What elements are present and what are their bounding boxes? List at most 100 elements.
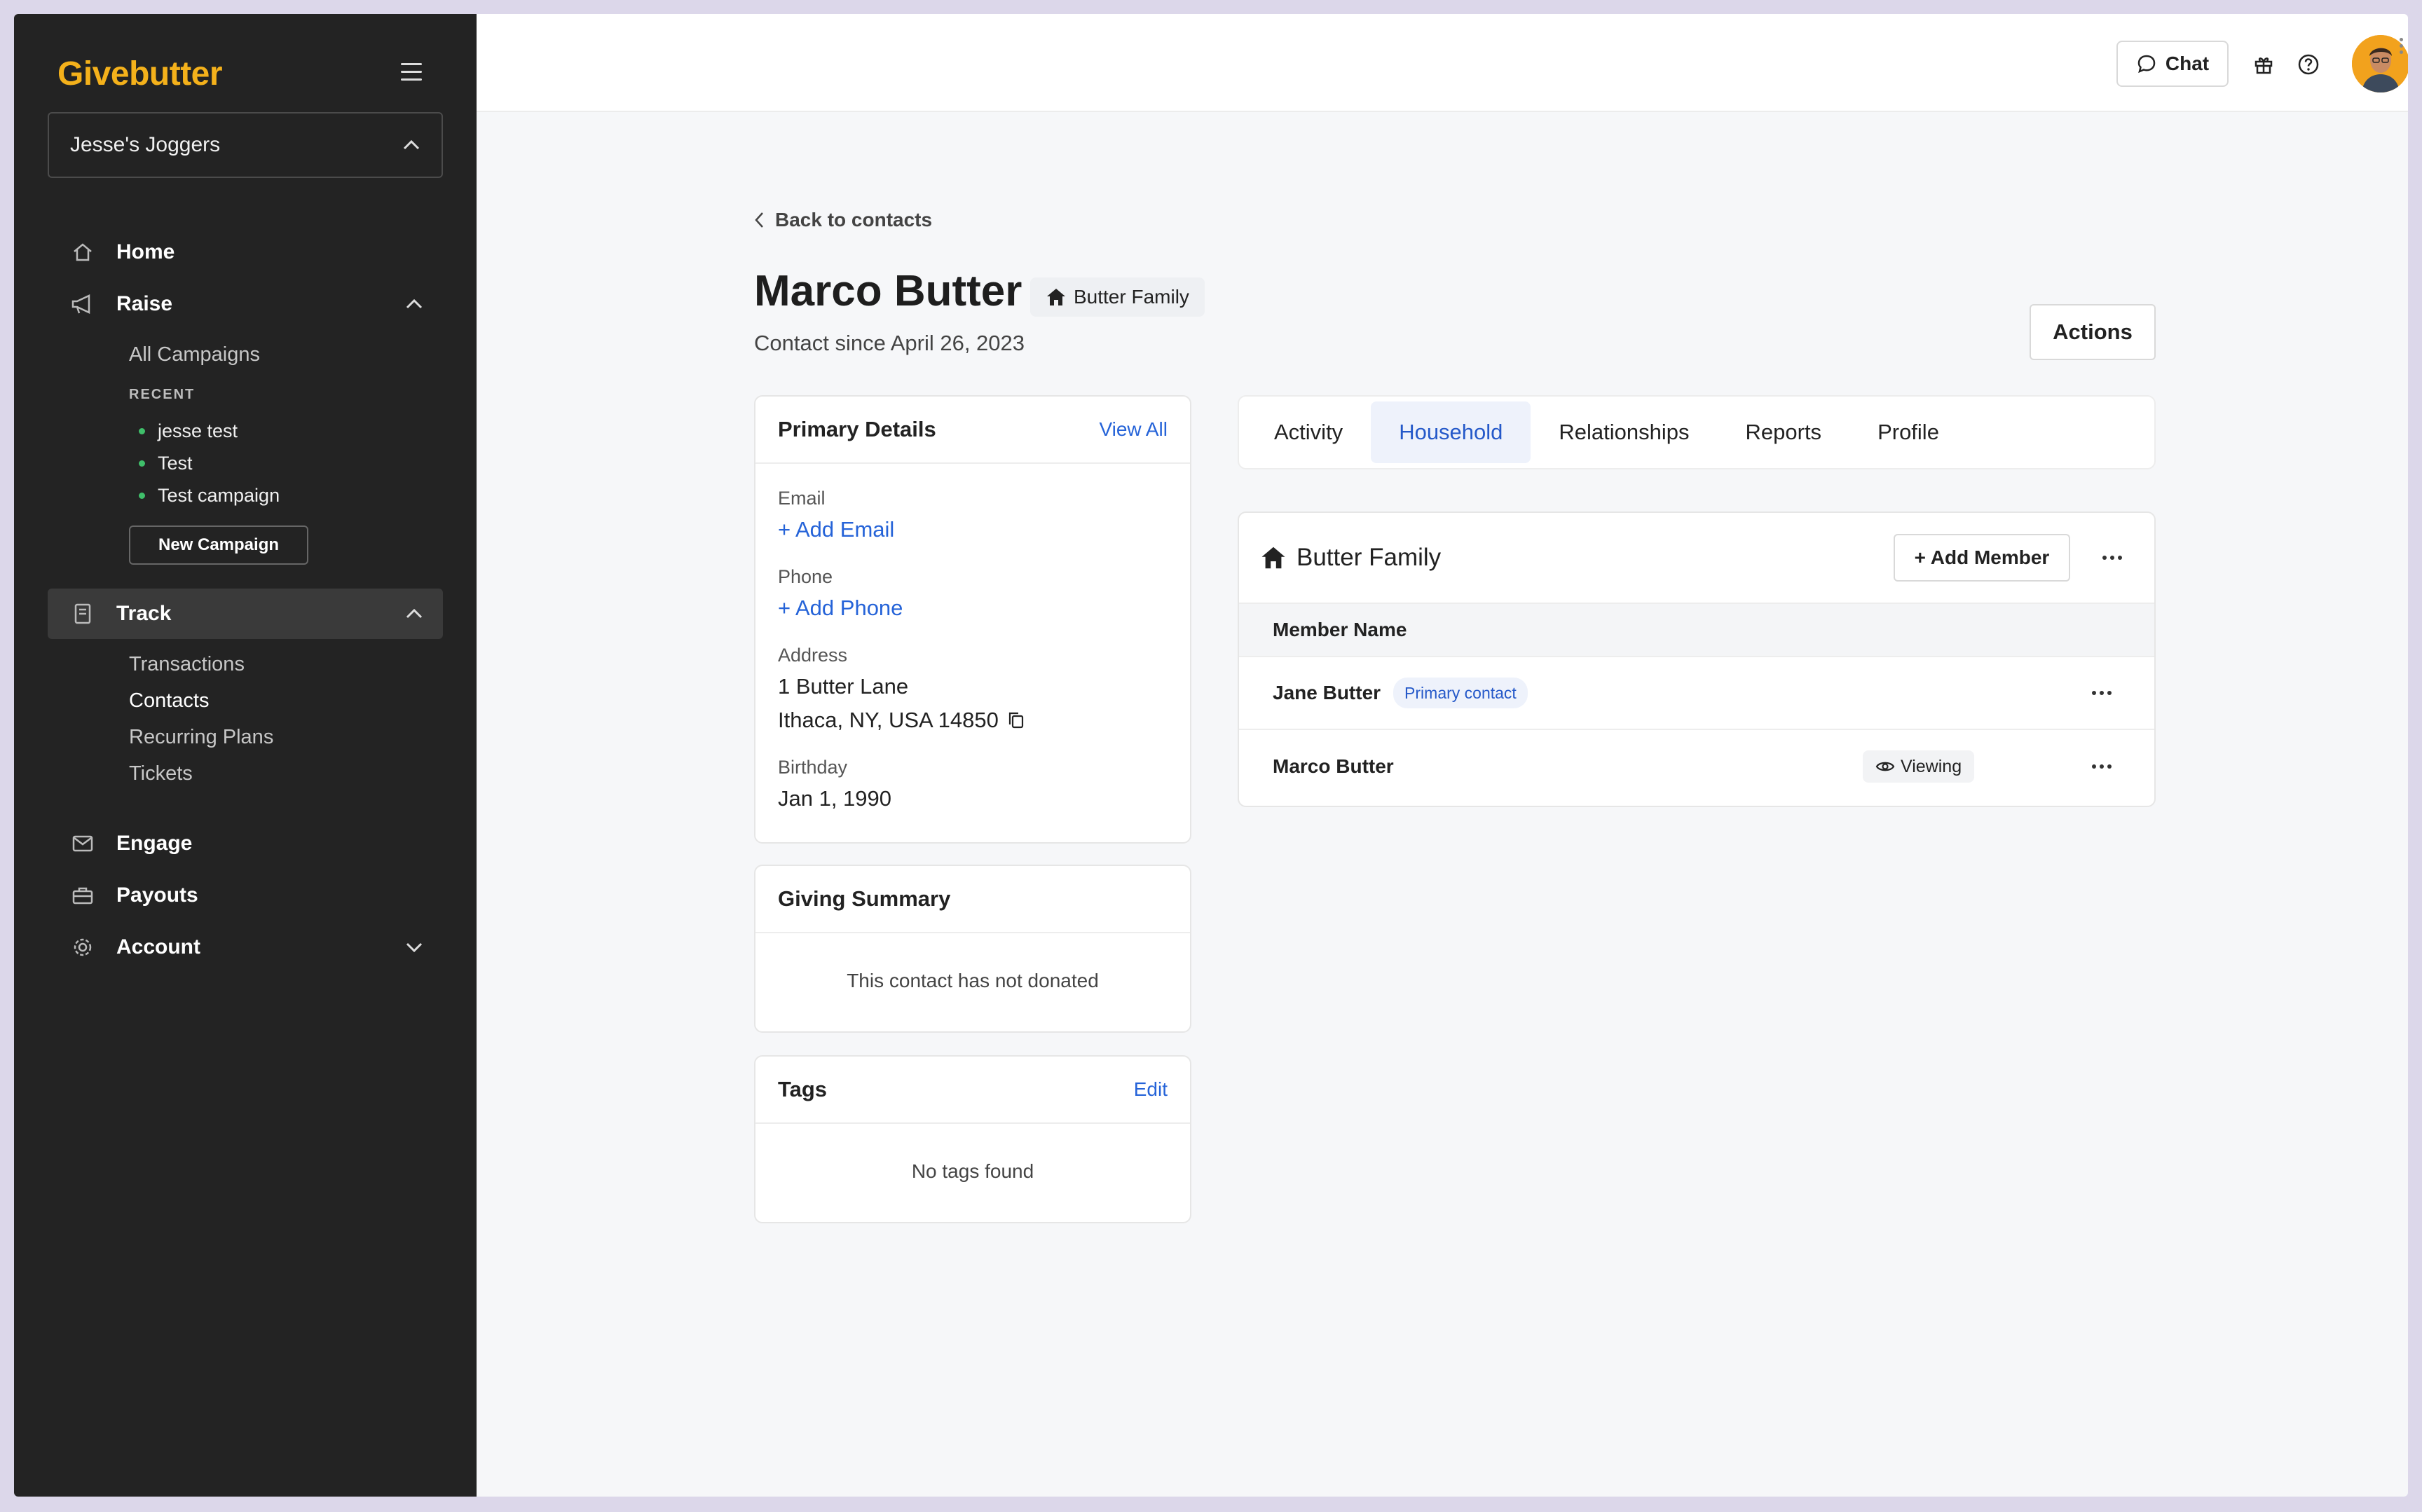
table-row[interactable]: Jane Butter Primary contact [1239, 657, 2154, 730]
empty-message: No tags found [911, 1160, 1034, 1182]
help-icon[interactable] [2294, 50, 2322, 78]
tab-relationships[interactable]: Relationships [1531, 401, 1717, 463]
household-chip-label: Butter Family [1074, 286, 1189, 308]
row-more-options-icon[interactable] [2084, 749, 2119, 784]
chevron-down-icon [406, 942, 423, 953]
megaphone-icon [69, 290, 97, 318]
sidebar-item-raise[interactable]: Raise [48, 279, 443, 329]
tab-household[interactable]: Household [1371, 401, 1531, 463]
chevron-left-icon [755, 212, 763, 228]
home-icon [69, 238, 97, 266]
card-title: Giving Summary [778, 886, 951, 911]
sidebar-item-label: Raise [116, 292, 173, 315]
app-window: Givebutter Jesse's Joggers Home Raise Al… [14, 14, 2408, 1497]
tab-reports[interactable]: Reports [1718, 401, 1850, 463]
address-line-2-row: Ithaca, NY, USA 14850 [778, 708, 1025, 733]
back-label: Back to contacts [775, 209, 933, 231]
recent-campaign-label: jesse test [158, 420, 238, 441]
add-phone-link[interactable]: + Add Phone [778, 596, 903, 621]
sidebar-item-account[interactable]: Account [48, 922, 443, 973]
card-title: Primary Details [778, 417, 936, 441]
sidebar-item-track[interactable]: Track [48, 589, 443, 639]
household-chip[interactable]: Butter Family [1030, 277, 1205, 317]
gear-icon [69, 933, 97, 961]
sidebar-item-contacts[interactable]: Contacts [129, 689, 209, 713]
row-more-options-icon[interactable] [2084, 675, 2119, 710]
window-drag-handle[interactable] [2398, 35, 2404, 63]
new-campaign-button[interactable]: New Campaign [129, 525, 308, 565]
house-icon [1047, 289, 1065, 305]
address-label: Address [778, 645, 848, 666]
eye-icon [1875, 762, 1895, 771]
chat-icon [2137, 55, 2156, 74]
mail-icon [69, 830, 97, 858]
sidebar-item-payouts[interactable]: Payouts [48, 870, 443, 921]
sidebar-item-tickets[interactable]: Tickets [129, 762, 193, 785]
address-line-2: Ithaca, NY, USA 14850 [778, 708, 999, 732]
chevron-up-icon [406, 298, 423, 309]
org-name: Jesse's Joggers [70, 133, 221, 156]
household-title: Butter Family [1296, 544, 1442, 571]
primary-contact-badge: Primary contact [1393, 678, 1528, 708]
empty-message: This contact has not donated [847, 970, 1099, 991]
menu-icon[interactable] [401, 63, 422, 81]
giving-summary-card: Giving Summary This contact has not dona… [754, 865, 1191, 1033]
tab-profile[interactable]: Profile [1849, 401, 1967, 463]
birthday-label: Birthday [778, 757, 848, 778]
sidebar-item-label: Track [116, 602, 172, 625]
chevron-up-icon [406, 608, 423, 619]
sidebar: Givebutter Jesse's Joggers Home Raise Al… [14, 14, 477, 1497]
top-bar: Chat [477, 14, 2408, 112]
household-card: Butter Family + Add Member Member Name J… [1238, 511, 2156, 807]
contact-tabs: Activity Household Relationships Reports… [1238, 395, 2156, 469]
edit-tags-link[interactable]: Edit [1134, 1078, 1168, 1101]
viewing-badge: Viewing [1863, 750, 1975, 783]
sidebar-item-all-campaigns[interactable]: All Campaigns [129, 343, 260, 366]
member-name: Marco Butter [1273, 755, 1394, 777]
back-to-contacts-link[interactable]: Back to contacts [754, 209, 932, 231]
sidebar-item-label: Engage [116, 832, 193, 855]
table-row[interactable]: Marco Butter Viewing [1239, 730, 2154, 803]
recent-campaign-label: Test campaign [158, 485, 280, 506]
gift-icon[interactable] [2250, 50, 2278, 78]
tab-activity[interactable]: Activity [1246, 401, 1371, 463]
status-dot [139, 493, 145, 499]
add-email-link[interactable]: + Add Email [778, 517, 894, 542]
recent-campaign-item[interactable]: Test campaign [139, 485, 280, 507]
recent-campaign-item[interactable]: Test [139, 453, 193, 474]
contact-since: Contact since April 26, 2023 [754, 331, 1025, 355]
house-icon [1261, 547, 1285, 569]
view-all-link[interactable]: View All [1099, 418, 1168, 441]
card-title: Tags [778, 1077, 828, 1101]
more-options-icon[interactable] [2091, 537, 2133, 579]
address-line-1: 1 Butter Lane [778, 674, 909, 699]
email-label: Email [778, 488, 826, 509]
birthday-value: Jan 1, 1990 [778, 786, 892, 811]
chat-label: Chat [2165, 53, 2210, 74]
phone-label: Phone [778, 566, 833, 587]
recent-label: RECENT [129, 387, 196, 402]
main-content: Back to contacts Marco Butter Butter Fam… [477, 112, 2408, 1497]
actions-button[interactable]: Actions [2030, 304, 2156, 360]
primary-details-card: Primary Details View All Email + Add Ema… [754, 395, 1191, 844]
sidebar-item-recurring-plans[interactable]: Recurring Plans [129, 726, 273, 749]
tags-card: Tags Edit No tags found [754, 1055, 1191, 1223]
org-selector[interactable]: Jesse's Joggers [48, 112, 443, 178]
column-header-member-name: Member Name [1239, 604, 2154, 657]
recent-campaign-item[interactable]: jesse test [139, 420, 238, 442]
copy-icon[interactable] [1007, 710, 1025, 730]
sidebar-item-transactions[interactable]: Transactions [129, 653, 245, 676]
sidebar-item-label: Home [116, 240, 175, 263]
sidebar-item-label: Account [116, 935, 200, 958]
sidebar-item-home[interactable]: Home [48, 227, 443, 277]
add-member-button[interactable]: + Add Member [1894, 534, 2070, 582]
chat-button[interactable]: Chat [2116, 41, 2229, 87]
briefcase-icon [69, 881, 97, 909]
page-title: Marco Butter [754, 267, 1022, 315]
sidebar-item-engage[interactable]: Engage [48, 818, 443, 869]
brand-logo[interactable]: Givebutter [57, 55, 223, 93]
chevron-up-icon [403, 139, 420, 150]
member-name: Jane Butter [1273, 682, 1381, 703]
status-dot [139, 460, 145, 467]
recent-campaign-label: Test [158, 453, 193, 474]
